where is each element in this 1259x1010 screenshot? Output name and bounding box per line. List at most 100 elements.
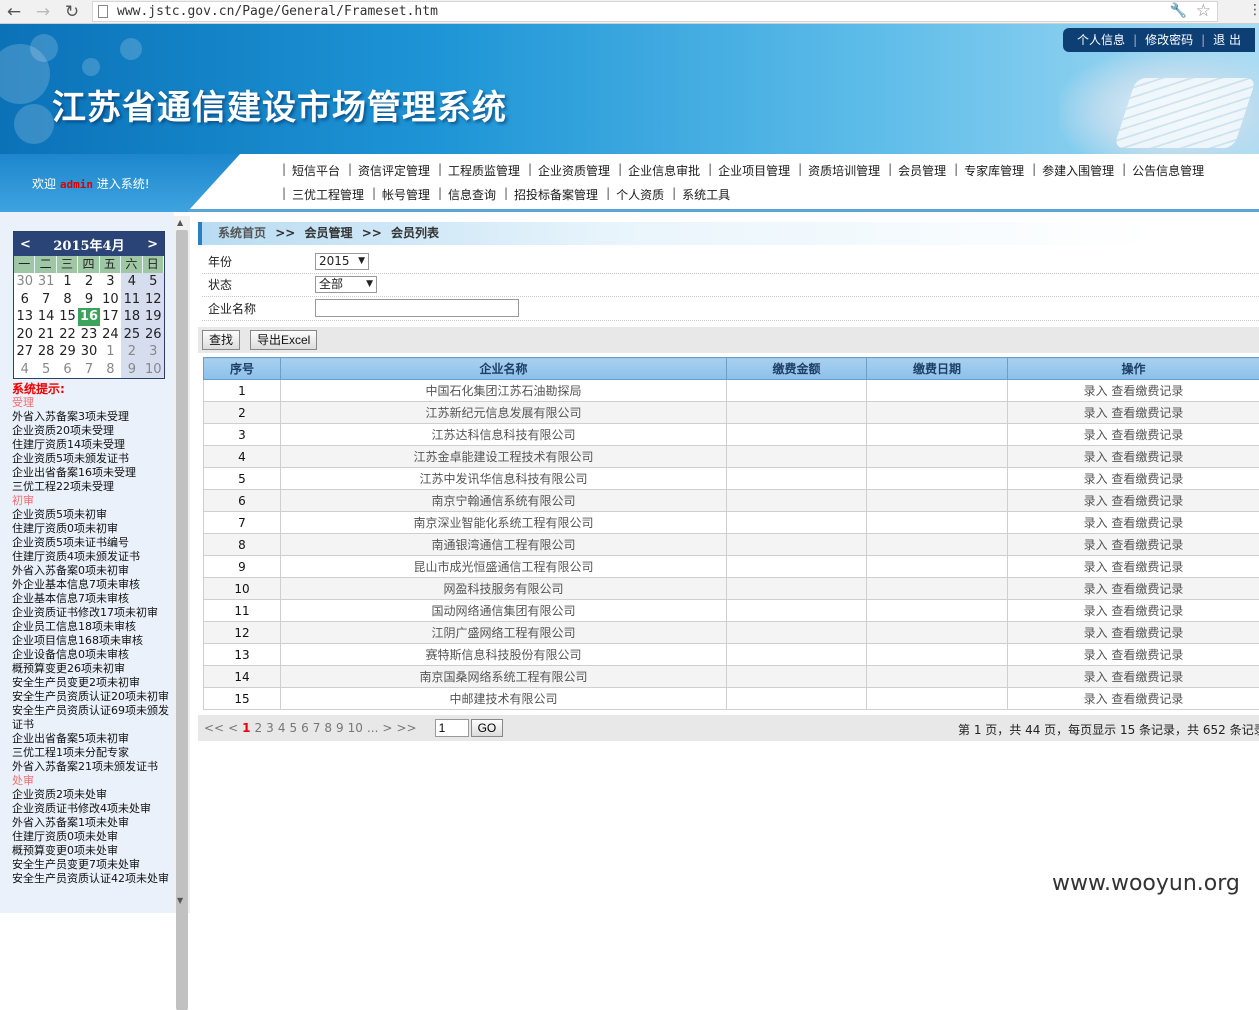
- enter-link[interactable]: 录入: [1084, 516, 1108, 530]
- calendar-day[interactable]: 17: [100, 308, 121, 326]
- menu-item[interactable]: 系统工具: [672, 186, 738, 203]
- enter-link[interactable]: 录入: [1084, 626, 1108, 640]
- calendar-day[interactable]: 28: [35, 343, 56, 361]
- menu-item[interactable]: 专家库管理: [954, 162, 1032, 179]
- tips-item[interactable]: 外省入苏备案3项未受理: [12, 410, 172, 424]
- calendar-day[interactable]: 10: [143, 361, 164, 379]
- calendar-day[interactable]: 9: [121, 361, 142, 379]
- calendar-prev-button[interactable]: <: [20, 237, 31, 252]
- tips-item[interactable]: 住建厅资质0项未初审: [12, 522, 172, 536]
- pager-page[interactable]: 8: [324, 721, 332, 735]
- view-payments-link[interactable]: 查看缴费记录: [1111, 406, 1183, 420]
- tips-item[interactable]: 安全生产员资质认证69项未颁发证书: [12, 704, 172, 732]
- calendar-day[interactable]: 8: [57, 291, 78, 309]
- tips-item[interactable]: 企业基本信息7项未审核: [12, 592, 172, 606]
- pager-page[interactable]: 4: [278, 721, 286, 735]
- menu-item[interactable]: 企业资质管理: [528, 162, 618, 179]
- enter-link[interactable]: 录入: [1084, 670, 1108, 684]
- breadcrumb-home[interactable]: 系统首页: [218, 226, 266, 240]
- calendar-day[interactable]: 27: [14, 343, 35, 361]
- calendar-day[interactable]: 8: [100, 361, 121, 379]
- pager-page[interactable]: 10: [348, 721, 363, 735]
- enter-link[interactable]: 录入: [1084, 560, 1108, 574]
- enter-link[interactable]: 录入: [1084, 384, 1108, 398]
- enter-link[interactable]: 录入: [1084, 604, 1108, 618]
- pager-page[interactable]: ...: [367, 721, 378, 735]
- page-number-input[interactable]: [435, 719, 469, 737]
- tips-item[interactable]: 外企业基本信息7项未审核: [12, 578, 172, 592]
- pager-page[interactable]: 2: [255, 721, 263, 735]
- menu-item[interactable]: 信息查询: [438, 186, 504, 203]
- tips-item[interactable]: 企业资质5项未证书编号: [12, 536, 172, 550]
- menu-item[interactable]: 个人资质: [606, 186, 672, 203]
- tips-item[interactable]: 企业员工信息18项未审核: [12, 620, 172, 634]
- calendar-day[interactable]: 14: [35, 308, 56, 326]
- calendar-day[interactable]: 25: [121, 326, 142, 344]
- menu-item[interactable]: 短信平台: [282, 162, 348, 179]
- menu-item[interactable]: 资质培训管理: [798, 162, 888, 179]
- tips-item[interactable]: 企业资质证书修改17项未初审: [12, 606, 172, 620]
- forward-arrow-icon[interactable]: →: [33, 2, 53, 22]
- calendar-day[interactable]: 31: [35, 273, 56, 291]
- scroll-up-icon[interactable]: ▲: [177, 218, 183, 227]
- calendar-day[interactable]: 29: [57, 343, 78, 361]
- calendar-day[interactable]: 7: [35, 291, 56, 309]
- browser-menu-icon[interactable]: ⋮: [1248, 2, 1259, 18]
- calendar-day[interactable]: 19: [143, 308, 164, 326]
- calendar-day[interactable]: 3: [143, 343, 164, 361]
- calendar-day[interactable]: 2: [78, 273, 99, 291]
- menu-item[interactable]: 会员管理: [888, 162, 954, 179]
- bookmark-star-icon[interactable]: ☆: [1196, 1, 1211, 21]
- tips-item[interactable]: 三优工程1项未分配专家: [12, 746, 172, 760]
- menu-item[interactable]: 资信评定管理: [348, 162, 438, 179]
- tips-item[interactable]: 外省入苏备案0项未初审: [12, 564, 172, 578]
- view-payments-link[interactable]: 查看缴费记录: [1111, 494, 1183, 508]
- calendar-day[interactable]: 21: [35, 326, 56, 344]
- enter-link[interactable]: 录入: [1084, 472, 1108, 486]
- enter-link[interactable]: 录入: [1084, 648, 1108, 662]
- calendar-day[interactable]: 26: [143, 326, 164, 344]
- calendar-day[interactable]: 1: [100, 343, 121, 361]
- pager-first[interactable]: <<: [204, 721, 224, 735]
- view-payments-link[interactable]: 查看缴费记录: [1111, 516, 1183, 530]
- tips-item[interactable]: 安全生产员资质认证20项未初审: [12, 690, 172, 704]
- calendar-next-button[interactable]: >: [147, 237, 158, 252]
- calendar-day[interactable]: 3: [100, 273, 121, 291]
- view-payments-link[interactable]: 查看缴费记录: [1111, 384, 1183, 398]
- status-select[interactable]: 全部 ▼: [315, 276, 377, 293]
- calendar-day[interactable]: 24: [100, 326, 121, 344]
- sidebar-scroll-thumb[interactable]: [176, 230, 188, 1010]
- change-password-link[interactable]: 修改密码: [1145, 28, 1193, 52]
- calendar-day[interactable]: 2: [121, 343, 142, 361]
- view-payments-link[interactable]: 查看缴费记录: [1111, 428, 1183, 442]
- tips-item[interactable]: 安全生产员变更2项未初审: [12, 676, 172, 690]
- view-payments-link[interactable]: 查看缴费记录: [1111, 582, 1183, 596]
- tips-item[interactable]: 企业设备信息0项未审核: [12, 648, 172, 662]
- tips-item[interactable]: 企业项目信息168项未审核: [12, 634, 172, 648]
- view-payments-link[interactable]: 查看缴费记录: [1111, 472, 1183, 486]
- view-payments-link[interactable]: 查看缴费记录: [1111, 626, 1183, 640]
- view-payments-link[interactable]: 查看缴费记录: [1111, 560, 1183, 574]
- enter-link[interactable]: 录入: [1084, 692, 1108, 706]
- calendar-day[interactable]: 6: [14, 291, 35, 309]
- pager-page[interactable]: 9: [336, 721, 344, 735]
- enter-link[interactable]: 录入: [1084, 450, 1108, 464]
- menu-item[interactable]: 参建入围管理: [1032, 162, 1122, 179]
- calendar-day[interactable]: 9: [78, 291, 99, 309]
- tips-item[interactable]: 企业资质5项未初审: [12, 508, 172, 522]
- calendar-day[interactable]: 6: [57, 361, 78, 379]
- menu-item[interactable]: 企业信息审批: [618, 162, 708, 179]
- tips-item[interactable]: 企业资质2项未处审: [12, 788, 172, 802]
- tips-item[interactable]: 三优工程22项未受理: [12, 480, 172, 494]
- calendar-day[interactable]: 15: [57, 308, 78, 326]
- calendar-day[interactable]: 12: [143, 291, 164, 309]
- enter-link[interactable]: 录入: [1084, 582, 1108, 596]
- profile-link[interactable]: 个人信息: [1077, 28, 1125, 52]
- calendar-day[interactable]: 23: [78, 326, 99, 344]
- year-select[interactable]: 2015 ▼: [315, 253, 369, 270]
- enter-link[interactable]: 录入: [1084, 538, 1108, 552]
- view-payments-link[interactable]: 查看缴费记录: [1111, 604, 1183, 618]
- calendar-day[interactable]: 4: [14, 361, 35, 379]
- tips-item[interactable]: 企业出省备案16项未受理: [12, 466, 172, 480]
- tips-item[interactable]: 企业资质20项未受理: [12, 424, 172, 438]
